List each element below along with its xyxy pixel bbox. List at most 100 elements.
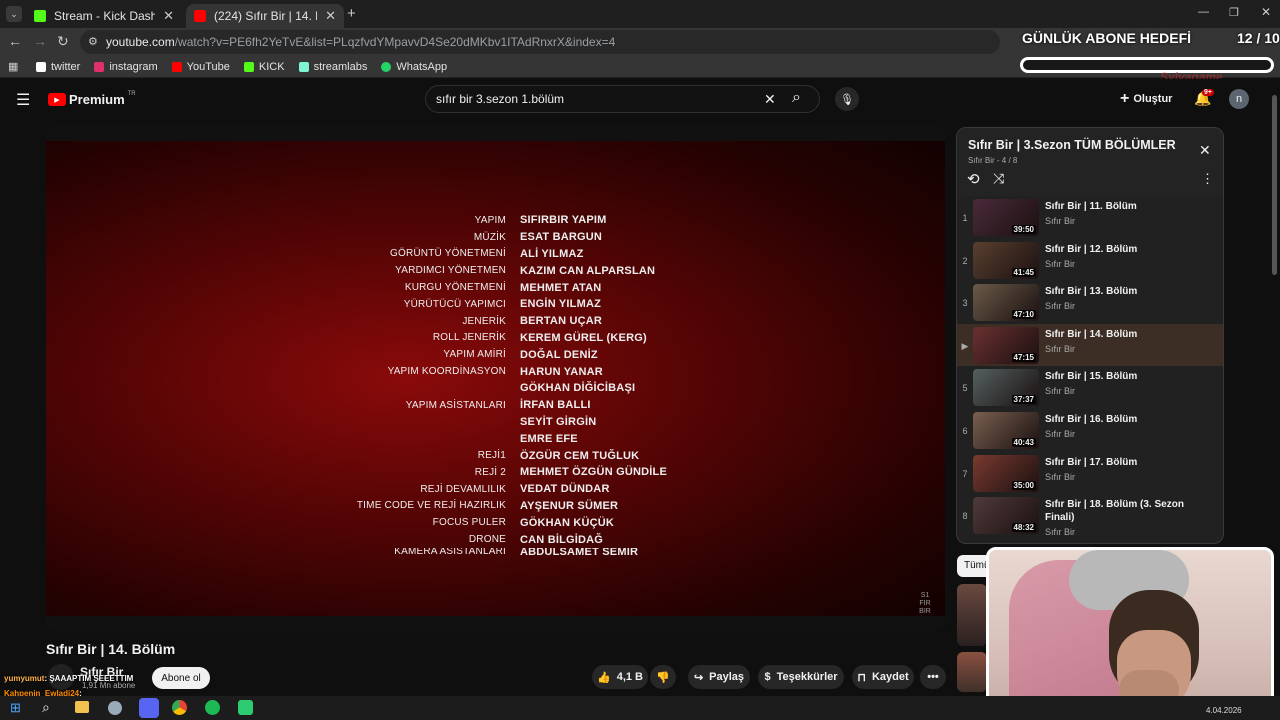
credit-role: FOCUS PULER <box>432 517 506 529</box>
windows-start-icon[interactable]: ⊞ <box>10 700 21 716</box>
chat-message: yumyumut: ŞAAAPTIM ŞEEETTIM <box>4 674 133 683</box>
close-window-icon[interactable]: ✕ <box>1261 5 1271 19</box>
playlist-item-channel: Sıfır Bir <box>1045 386 1076 397</box>
tab-search-button[interactable]: ⌄ <box>6 6 22 22</box>
playlist-item[interactable]: 6 40:43 Sıfır Bir | 16. Bölüm Sıfır Bir <box>957 409 1223 451</box>
bookmark-streamlabs[interactable]: streamlabs <box>298 61 367 73</box>
playlist-item-thumbnail: 39:50 <box>973 199 1039 236</box>
chat-text: : ŞAAAPTIM ŞEEETTIM <box>44 674 134 683</box>
bookmark-kick[interactable]: KICK <box>243 61 285 73</box>
playlist-item[interactable]: 8 48:32 Sıfır Bir | 18. Bölüm (3. Sezon Fi… <box>957 494 1223 537</box>
playlist-item[interactable]: ▶ 47:15 Sıfır Bir | 14. Bölüm Sıfır Bir <box>957 323 1223 366</box>
tab-label: Stream - Kick Dashboard <box>54 9 156 23</box>
credit-row: KURGU YÖNETMENİ MEHMET ATAN <box>346 279 746 296</box>
url-bar[interactable]: ⚙ youtube.com/watch?v=PE6fh2YeTvE&list=P… <box>80 30 1000 54</box>
credit-row: TIME CODE VE REJİ HAZIRLIK AYŞENUR SÜMER <box>346 498 746 515</box>
thanks-button[interactable]: $ Teşekkürler <box>758 665 844 689</box>
back-arrow-icon[interactable]: ← <box>8 33 22 49</box>
related-thumbnail[interactable] <box>957 652 987 692</box>
page-scrollbar[interactable] <box>1272 95 1277 275</box>
chrome-icon[interactable] <box>172 700 187 715</box>
more-actions-button[interactable]: ••• <box>920 665 946 689</box>
credit-name: VEDAT DÜNDAR <box>520 483 610 496</box>
reload-icon[interactable]: ↻ <box>57 33 69 50</box>
taskbar-search-icon[interactable]: ⌕ <box>42 699 50 716</box>
bookmark-youtube[interactable]: YouTube <box>171 61 230 73</box>
credit-row: SEYİT GİRGİN <box>346 414 746 431</box>
file-explorer-icon[interactable] <box>75 701 89 713</box>
playlist-item-index: 1 <box>962 213 968 223</box>
share-button[interactable]: ↪ Paylaş <box>688 665 750 689</box>
credit-role: ROLL JENERİK <box>432 332 506 344</box>
related-thumbnail[interactable] <box>957 584 987 646</box>
credit-name: KEREM GÜREL (KERG) <box>520 331 647 344</box>
playlist-item-title: Sıfır Bir | 15. Bölüm <box>1045 371 1138 383</box>
like-button[interactable]: 👍 4,1 B <box>592 665 648 689</box>
credit-role: TIME CODE VE REJİ HAZIRLIK <box>356 500 506 512</box>
playlist-item-index: 3 <box>962 298 968 309</box>
url-host: youtube.com <box>106 35 175 49</box>
bookmark-twitter[interactable]: twitter <box>36 61 80 73</box>
close-tab-icon[interactable]: ✕ <box>325 8 336 24</box>
save-button[interactable]: ⊓ Kaydet <box>852 665 914 689</box>
video-player[interactable]: YAPIM SIFIRBIR YAPIM MÜZİK ESAT BARGUN GÖRÜN… <box>46 126 945 631</box>
playlist-item-title: Sıfır Bir | 12. Bölüm <box>1045 243 1138 255</box>
clear-search-icon[interactable]: ✕ <box>764 91 776 108</box>
credit-row: GÖKHAN DİĞİCİBAŞI <box>346 380 746 397</box>
youtube-play-icon: ▶ <box>48 93 66 106</box>
apps-grid-icon[interactable]: ▦ <box>8 60 18 73</box>
credit-row: KAMERA ASİSTANLARI ABDÜLSAMET SEMİR <box>346 548 746 556</box>
playlist-title[interactable]: Sıfır Bir | 3.Sezon TÜM BÖLÜMLER <box>968 138 1176 152</box>
playlist-subtitle: Sıfır Bir - 4 / 8 <box>968 156 1018 165</box>
youtube-logo[interactable]: ▶ Premium TR <box>48 91 136 107</box>
chat-username: yumyumut <box>4 674 45 683</box>
credit-row: REJİ 2 MEHMET ÖZGÜN GÜNDİLE <box>346 464 746 481</box>
subscriber-goal-count: 12 / 10 <box>1237 30 1280 46</box>
end-credits: YAPIM SIFIRBIR YAPIM MÜZİK ESAT BARGUN GÖRÜN… <box>346 212 746 556</box>
playlist-item-title: Sıfır Bir | 13. Bölüm <box>1045 286 1138 298</box>
restore-window-icon[interactable]: ❐ <box>1229 6 1239 19</box>
playlist-item-title: Sıfır Bir | 11. Bölüm <box>1045 201 1137 212</box>
plus-icon: + <box>1120 90 1130 107</box>
voice-search-button[interactable]: 🎙 <box>835 87 859 111</box>
close-playlist-icon[interactable]: ✕ <box>1199 142 1211 159</box>
account-avatar[interactable]: n <box>1229 89 1249 109</box>
playlist-more-icon[interactable]: ⋮ <box>1201 171 1214 187</box>
video-bottom-bar <box>46 616 945 631</box>
duration-badge: 35:00 <box>1011 480 1036 490</box>
tab-kick-dashboard[interactable]: Stream - Kick Dashboard ✕ <box>26 4 182 28</box>
tab-youtube-video[interactable]: (224) Sıfır Bir | 14. Bölüm - YouT ✕ <box>186 4 344 28</box>
spotify-icon[interactable] <box>205 700 220 715</box>
forward-arrow-icon[interactable]: → <box>33 33 47 49</box>
create-button[interactable]: + Oluştur <box>1120 90 1172 108</box>
menu-icon[interactable]: ☰ <box>16 90 30 110</box>
duration-badge: 39:50 <box>1011 225 1036 234</box>
search-icon[interactable]: ⌕ <box>792 89 801 107</box>
dislike-button[interactable]: 👎 <box>650 665 676 689</box>
credit-role: MÜZİK <box>473 231 506 243</box>
playlist-item-title: Sıfır Bir | 17. Bölüm <box>1045 456 1138 468</box>
credit-role: REJİ1 <box>477 450 506 462</box>
shuffle-icon[interactable]: ⤨ <box>993 170 1004 187</box>
subscribe-button[interactable]: Abone ol <box>152 667 210 689</box>
new-tab-button[interactable]: + <box>347 5 356 22</box>
search-input[interactable]: sıfır bir 3.sezon 1.bölüm ✕ ⌕ <box>425 85 820 113</box>
app-icon[interactable] <box>238 700 253 715</box>
playlist-item[interactable]: 3 47:10 Sıfır Bir | 13. Bölüm Sıfır Bir <box>957 281 1223 323</box>
bookmark-instagram[interactable]: instagram <box>94 61 158 73</box>
playlist-item[interactable]: 5 37:37 Sıfır Bir | 15. Bölüm Sıfır Bir <box>957 366 1223 408</box>
notification-badge: 9+ <box>1202 89 1214 96</box>
subscriber-goal-label: GÜNLÜK ABONE HEDEFİ <box>1022 30 1192 46</box>
playlist-item[interactable]: 2 41:45 Sıfır Bir | 12. Bölüm Sıfır Bir <box>957 239 1223 281</box>
close-tab-icon[interactable]: ✕ <box>163 8 174 24</box>
discord-icon[interactable] <box>139 698 159 718</box>
loop-icon[interactable]: ⟲ <box>967 170 980 188</box>
playlist-item-channel: Sıfır Bir <box>1045 216 1076 226</box>
share-icon: ↪ <box>693 671 704 684</box>
app-icon[interactable] <box>108 701 122 715</box>
bookmark-whatsapp[interactable]: WhatsApp <box>381 61 447 73</box>
minimize-window-icon[interactable]: — <box>1198 6 1209 18</box>
site-info-icon[interactable]: ⚙ <box>88 35 98 48</box>
playlist-item[interactable]: 7 35:00 Sıfır Bir | 17. Bölüm Sıfır Bir <box>957 452 1223 494</box>
playlist-item[interactable]: 1 39:50 Sıfır Bir | 11. Bölüm Sıfır Bir <box>957 196 1223 238</box>
